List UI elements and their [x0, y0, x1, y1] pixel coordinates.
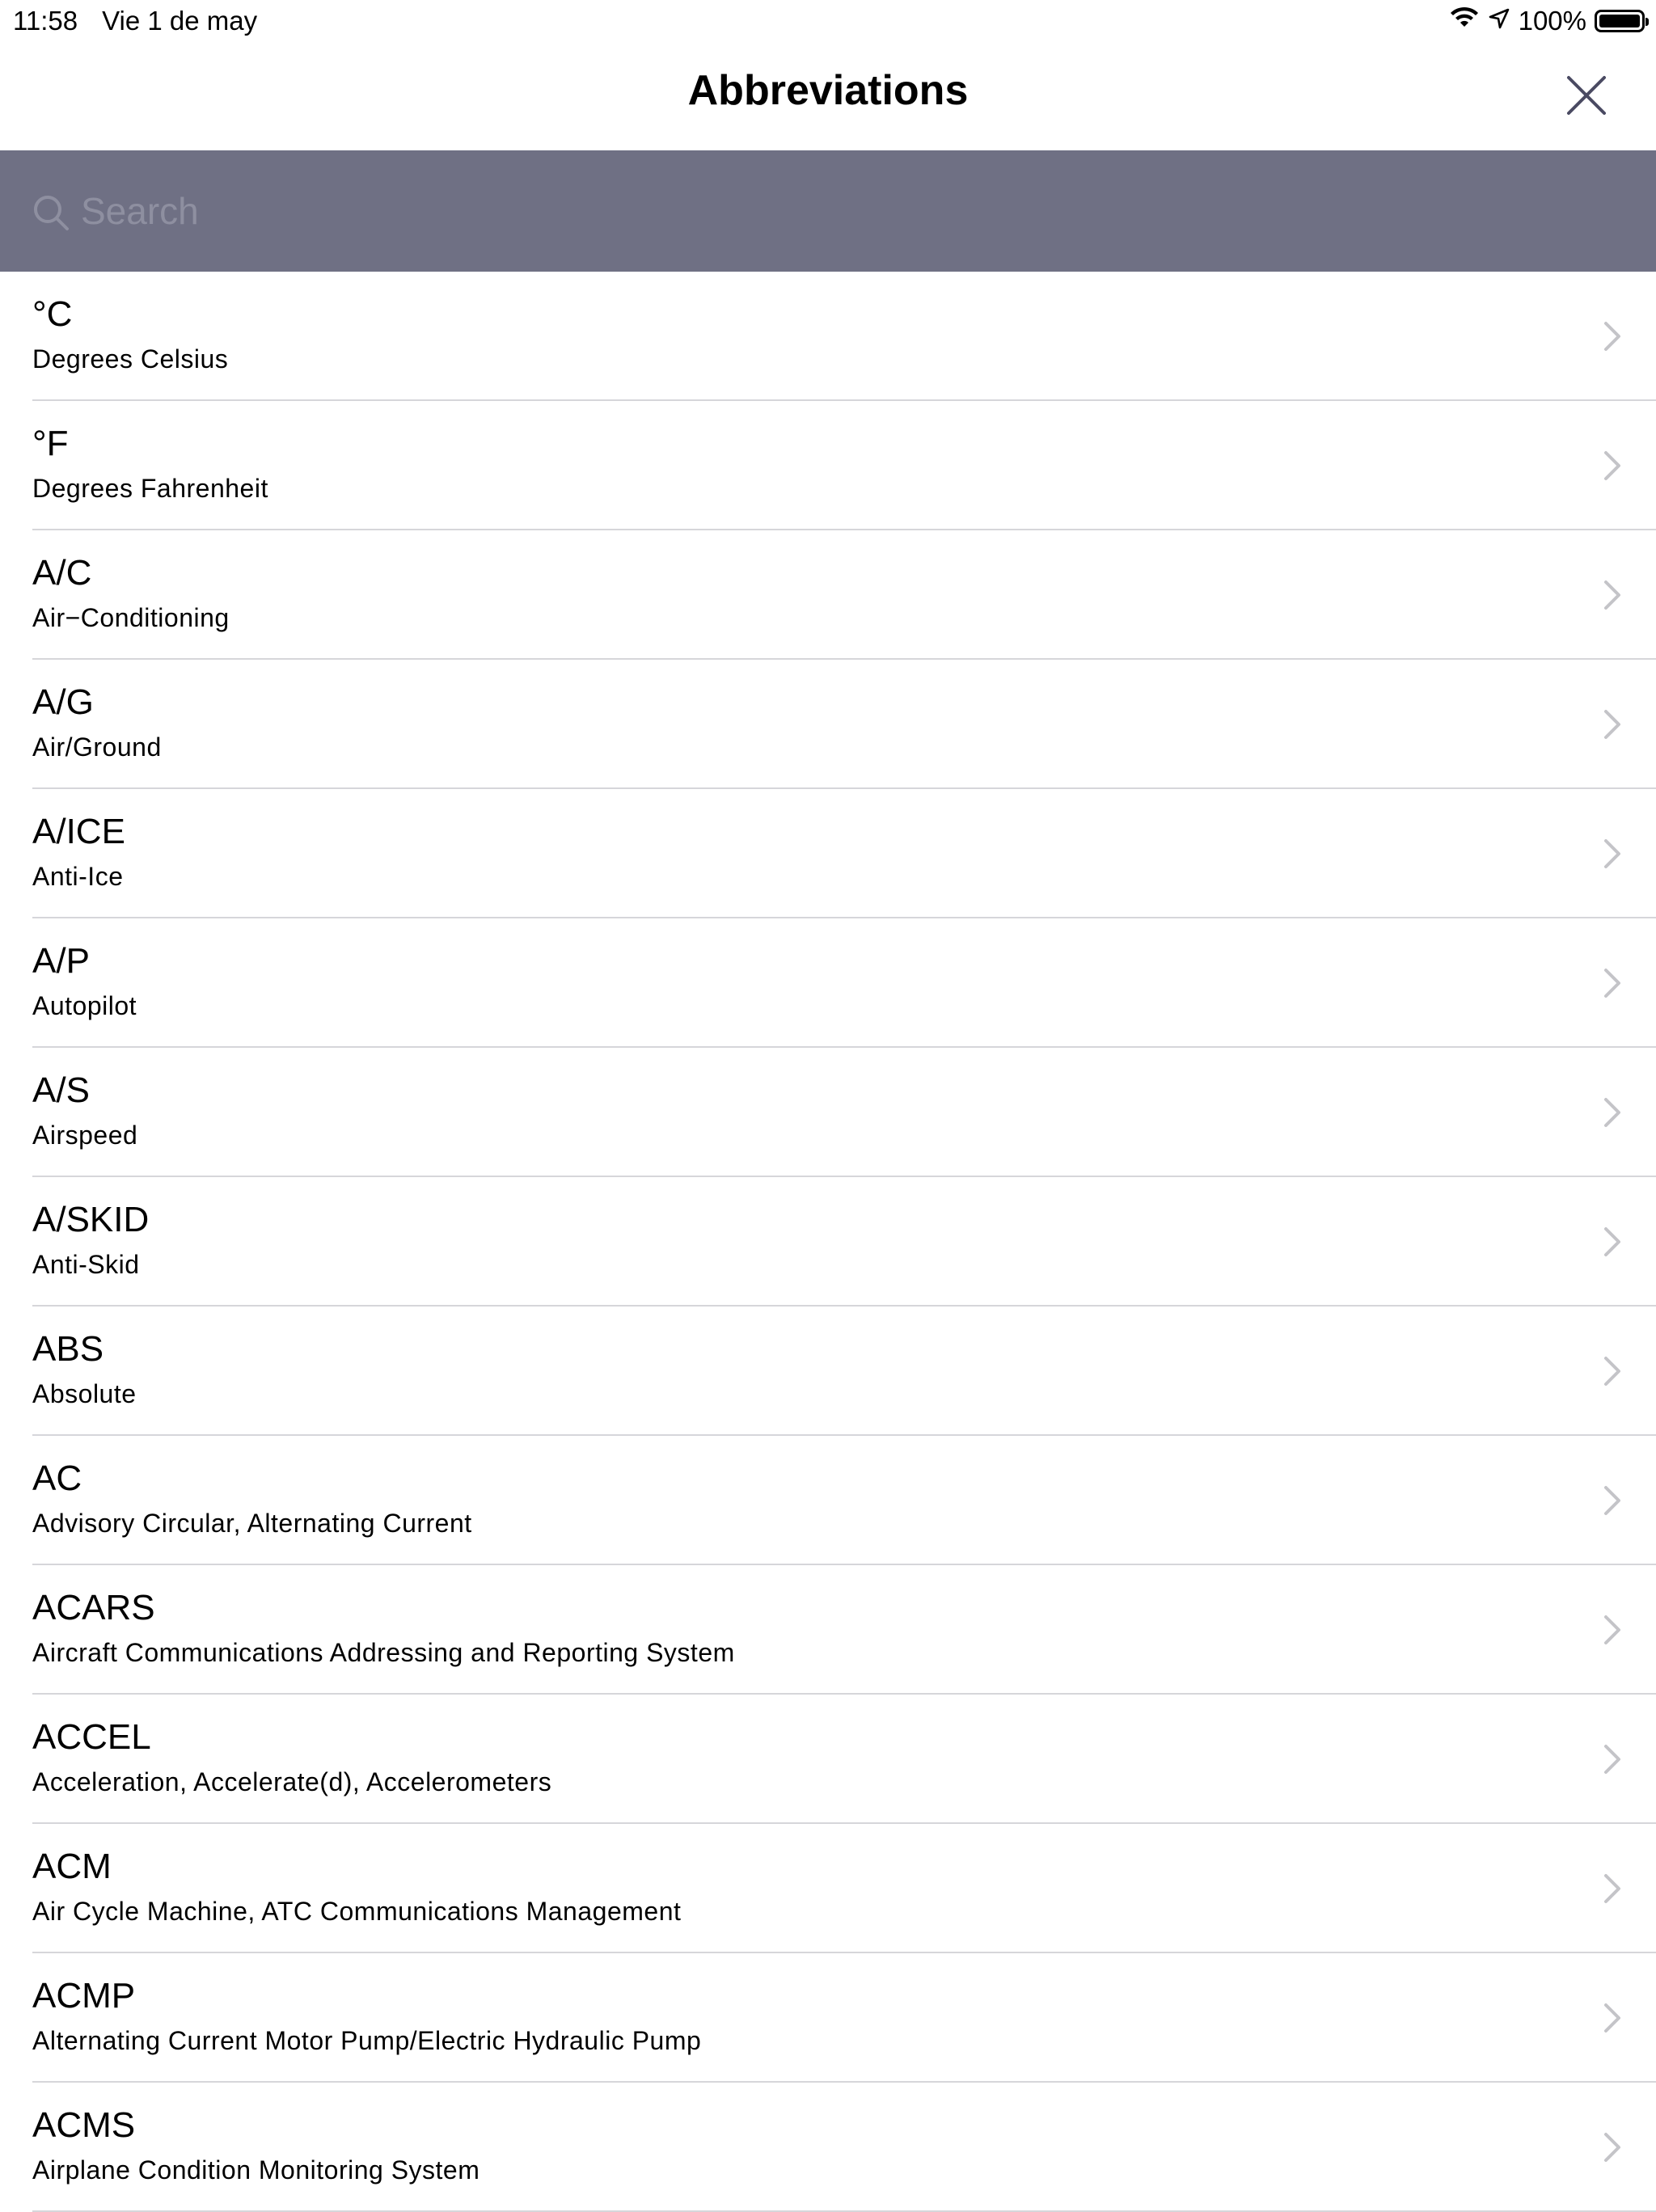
list-item[interactable]: A/C Air−Conditioning [0, 530, 1656, 660]
battery-icon [1595, 10, 1649, 32]
list-item[interactable]: ACCEL Acceleration, Accelerate(d), Accel… [0, 1695, 1656, 1824]
navigation-bar: Abbreviations [0, 42, 1656, 150]
location-arrow-icon [1488, 6, 1510, 36]
abbreviation: ACARS [32, 1588, 155, 1627]
list-item[interactable]: A/S Airspeed [0, 1048, 1656, 1177]
wifi-icon [1449, 6, 1480, 36]
abbreviation-meaning: Advisory Circular, Alternating Current [32, 1509, 472, 1538]
abbreviation: A/C [32, 553, 92, 593]
status-left: 11:58 Vie 1 de may [13, 5, 257, 37]
list-item[interactable]: ACMP Alternating Current Motor Pump/Elec… [0, 1953, 1656, 2083]
list-item[interactable]: °F Degrees Fahrenheit [0, 401, 1656, 530]
status-right: 100% [1449, 5, 1649, 37]
chevron-right-icon [1604, 322, 1620, 351]
status-bar: 11:58 Vie 1 de may 100% [0, 0, 1656, 42]
abbreviation: A/SKID [32, 1200, 150, 1239]
chevron-right-icon [1604, 451, 1620, 480]
chevron-right-icon [1604, 1486, 1620, 1515]
chevron-right-icon [1604, 2133, 1620, 2162]
abbreviation-meaning: Airspeed [32, 1121, 138, 1150]
chevron-right-icon [1604, 580, 1620, 610]
chevron-right-icon [1604, 1357, 1620, 1386]
abbreviation: ACCEL [32, 1717, 151, 1757]
list-item[interactable]: ACARS Aircraft Communications Addressing… [0, 1565, 1656, 1695]
abbreviation: A/P [32, 941, 90, 981]
chevron-right-icon [1604, 1615, 1620, 1644]
battery-percent: 100% [1518, 6, 1586, 36]
list-item[interactable]: AC Advisory Circular, Alternating Curren… [0, 1436, 1656, 1565]
abbreviation: ACMP [32, 1976, 136, 2016]
chevron-right-icon [1604, 1227, 1620, 1256]
list-item[interactable]: A/SKID Anti-Skid [0, 1177, 1656, 1307]
list-item[interactable]: A/ICE Anti-Ice [0, 789, 1656, 918]
list-item[interactable]: ACMS Airplane Condition Monitoring Syste… [0, 2083, 1656, 2212]
list-item[interactable]: A/G Air/Ground [0, 660, 1656, 789]
status-date: Vie 1 de may [102, 6, 258, 36]
list-item[interactable]: °C Degrees Celsius [0, 272, 1656, 401]
chevron-right-icon [1604, 969, 1620, 998]
chevron-right-icon [1604, 839, 1620, 868]
search-input[interactable] [81, 183, 1601, 239]
chevron-right-icon [1604, 1098, 1620, 1127]
search-icon [34, 196, 69, 230]
abbreviation: °C [32, 294, 73, 334]
abbreviation-meaning: Absolute [32, 1379, 137, 1408]
abbreviation-list: °C Degrees Celsius °F Degrees Fahrenheit… [0, 272, 1656, 2212]
list-item[interactable]: ABS Absolute [0, 1307, 1656, 1436]
abbreviation-meaning: Autopilot [32, 991, 137, 1020]
abbreviation-meaning: Airplane Condition Monitoring System [32, 2155, 480, 2185]
abbreviation-meaning: Anti-Skid [32, 1250, 140, 1279]
abbreviation: ACMS [32, 2105, 136, 2145]
abbreviation: A/S [32, 1070, 90, 1110]
close-icon [1567, 76, 1606, 115]
close-button[interactable] [1565, 74, 1607, 116]
abbreviation: AC [32, 1458, 82, 1498]
abbreviation: ABS [32, 1329, 104, 1369]
abbreviation-meaning: Anti-Ice [32, 862, 124, 891]
abbreviation-meaning: Degrees Fahrenheit [32, 474, 268, 503]
abbreviation-meaning: Aircraft Communications Addressing and R… [32, 1638, 735, 1667]
list-item[interactable]: ACM Air Cycle Machine, ATC Communication… [0, 1824, 1656, 1953]
chevron-right-icon [1604, 710, 1620, 739]
page-title: Abbreviations [687, 67, 969, 114]
abbreviation-meaning: Air/Ground [32, 732, 162, 762]
abbreviation: °F [32, 424, 69, 463]
abbreviation: ACM [32, 1847, 112, 1886]
chevron-right-icon [1604, 1874, 1620, 1903]
status-time: 11:58 [13, 6, 78, 36]
chevron-right-icon [1604, 1745, 1620, 1774]
abbreviation-meaning: Acceleration, Accelerate(d), Acceleromet… [32, 1767, 552, 1796]
abbreviation-meaning: Air Cycle Machine, ATC Communications Ma… [32, 1897, 682, 1926]
search-bar [0, 150, 1656, 272]
abbreviation-meaning: Alternating Current Motor Pump/Electric … [32, 2026, 702, 2055]
abbreviation-meaning: Degrees Celsius [32, 344, 229, 374]
list-item[interactable]: A/P Autopilot [0, 918, 1656, 1048]
chevron-right-icon [1604, 2003, 1620, 2033]
abbreviation: A/ICE [32, 812, 125, 851]
abbreviation: A/G [32, 682, 94, 722]
abbreviation-meaning: Air−Conditioning [32, 603, 230, 632]
